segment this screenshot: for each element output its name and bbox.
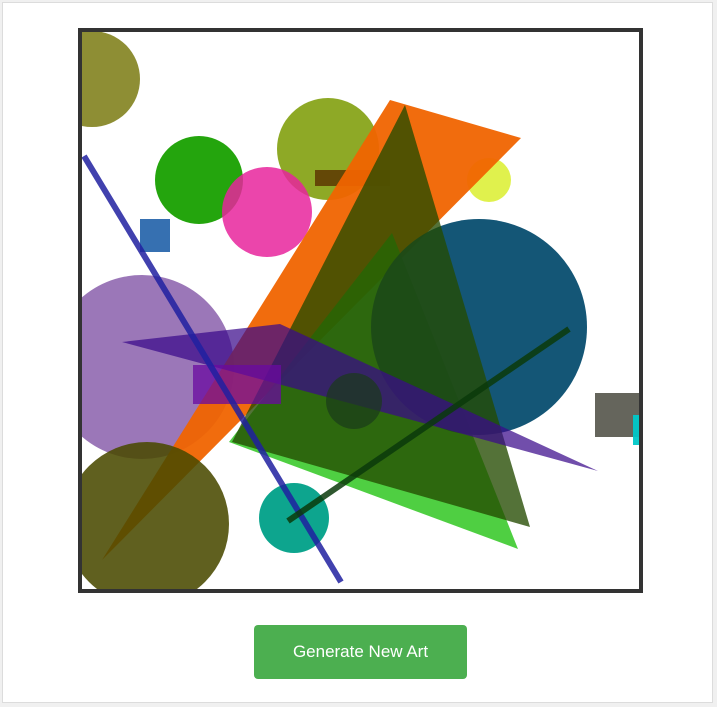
dark-circle-small-center (326, 373, 382, 429)
olive-circle-top-left (82, 32, 140, 127)
generate-new-art-button[interactable]: Generate New Art (254, 625, 467, 679)
art-canvas (78, 28, 643, 593)
cyan-sliver (633, 415, 639, 445)
app-panel: Generate New Art (2, 2, 713, 703)
blue-square-small (140, 219, 170, 252)
pink-circle (222, 167, 312, 257)
purple-rect (193, 365, 281, 404)
art-svg (82, 32, 639, 589)
gray-square (595, 393, 639, 437)
olive-circle-bottom-left (82, 442, 229, 589)
